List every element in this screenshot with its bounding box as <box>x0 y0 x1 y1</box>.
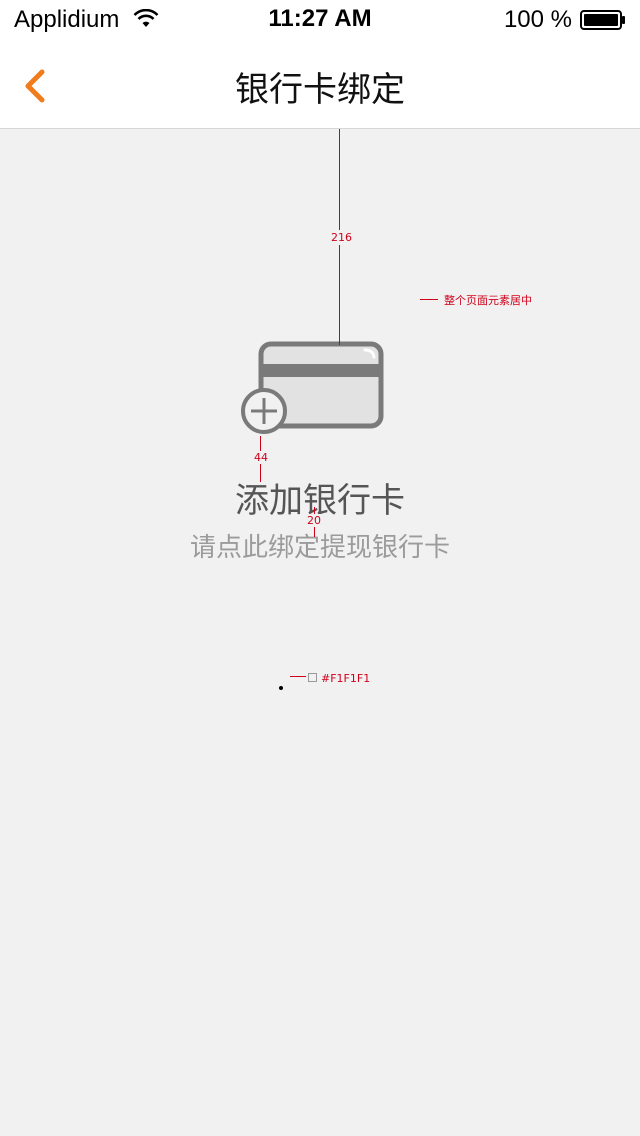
battery-icon <box>580 10 626 30</box>
spacing-label-text: 20 <box>307 514 321 527</box>
spacing-label-icon-text: 44 <box>254 451 268 464</box>
spacing-label-top: 216 <box>330 230 353 245</box>
status-bar: Applidium 11:27 AM 100 % <box>0 0 640 40</box>
center-note: 整个页面元素居中 <box>444 294 532 307</box>
main-content: 添加银行卡 请点此绑定提现银行卡 216 整个页面元素居中 44 20 #F1F… <box>0 129 640 1136</box>
navigation-bar: 银行卡绑定 <box>0 40 640 129</box>
background-color-label: #F1F1F1 <box>321 672 371 685</box>
page-title: 银行卡绑定 <box>235 70 405 110</box>
color-note-leader <box>290 676 306 677</box>
center-note-leader <box>420 299 438 300</box>
bank-card-add-icon[interactable] <box>240 341 386 437</box>
color-sample-point <box>279 686 283 690</box>
battery-percentage: 100 % <box>503 6 572 33</box>
bind-card-hint[interactable]: 请点此绑定提现银行卡 <box>0 527 640 564</box>
color-swatch <box>308 673 317 682</box>
